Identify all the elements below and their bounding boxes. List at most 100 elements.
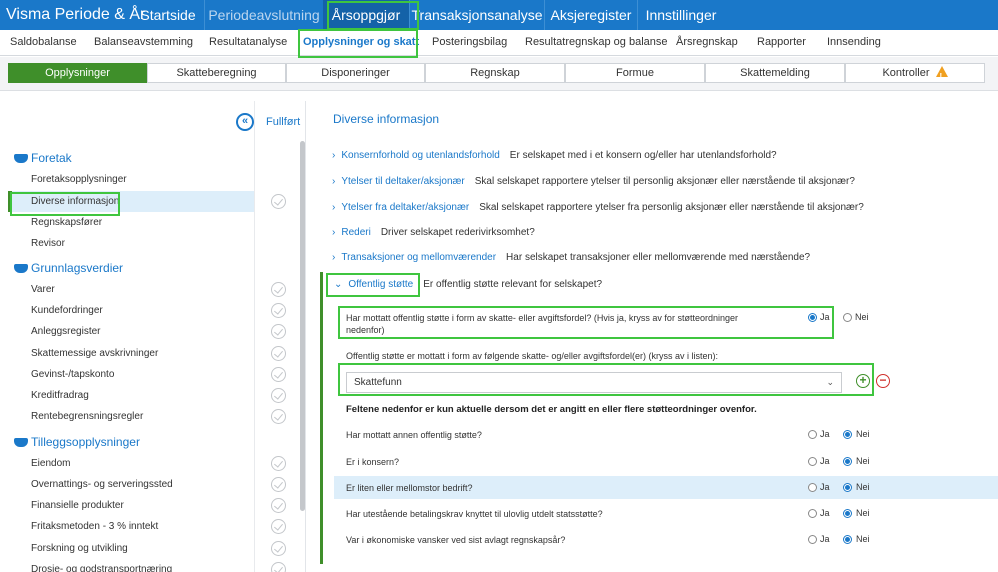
- nav-item-kreditfradrag[interactable]: Kreditfradrag: [8, 385, 254, 406]
- radio-no[interactable]: [843, 483, 852, 492]
- app-title: Visma Periode & År: [6, 6, 146, 23]
- tab-disponeringer[interactable]: Disponeringer: [286, 63, 425, 83]
- radio-no-label: Nei: [856, 508, 870, 518]
- radio-yes[interactable]: [808, 509, 817, 518]
- section-tabs: Opplysninger Skatteberegning Disponering…: [0, 57, 998, 91]
- remove-icon[interactable]: −: [876, 374, 890, 388]
- radio-yes[interactable]: [808, 457, 817, 466]
- nav-item-skattemessige-avskrivninger[interactable]: Skattemessige avskrivninger: [8, 343, 254, 364]
- section-question: Skal selskapet rapportere ytelser fra pe…: [479, 202, 864, 213]
- warning-icon: [935, 66, 948, 86]
- group-label: Foretak: [31, 151, 72, 165]
- check-circle-icon: [271, 498, 286, 513]
- tab-formue[interactable]: Formue: [565, 63, 705, 83]
- check-circle-icon: [271, 367, 286, 382]
- fullfort-column-header: Fullført: [266, 116, 301, 128]
- chevron-right-icon: ›: [332, 150, 336, 161]
- radio-no[interactable]: [843, 313, 852, 322]
- graduation-cap-icon: [14, 438, 28, 447]
- check-circle-icon: [271, 541, 286, 556]
- nav-item-eiendom[interactable]: Eiendom: [8, 453, 254, 474]
- radio-yes-label: Ja: [820, 482, 830, 492]
- tab-skatteberegning[interactable]: Skatteberegning: [147, 63, 286, 83]
- sub-question: Er i konsern?: [346, 457, 400, 467]
- section-link[interactable]: Ytelser til deltaker/aksjonær: [341, 176, 464, 187]
- topnav-transaksjonsanalyse[interactable]: Transaksjonsanalyse: [410, 0, 544, 30]
- section-transaksjoner[interactable]: › Transaksjoner og mellomværender Har sels…: [332, 248, 810, 268]
- group-foretak[interactable]: Foretak: [14, 151, 72, 165]
- section-link[interactable]: Konsernforhold og utenlandsforhold: [341, 150, 499, 161]
- check-circle-icon: [271, 477, 286, 492]
- subnav-saldobalanse[interactable]: Saldobalanse: [10, 30, 77, 56]
- group-tilleggsopplysninger[interactable]: Tilleggsopplysninger: [14, 435, 140, 449]
- radio-no-label: Nei: [856, 456, 870, 466]
- check-circle-icon: [271, 282, 286, 297]
- nav-item-rentebegrensningsregler[interactable]: Rentebegrensningsregler: [8, 406, 254, 427]
- nav-item-foretaksopplysninger[interactable]: Foretaksopplysninger: [8, 169, 254, 190]
- note-text: Feltene nedenfor er kun aktuelle dersom …: [346, 404, 757, 415]
- subnav-rapporter[interactable]: Rapporter: [757, 30, 806, 56]
- group-label: Grunnlagsverdier: [31, 261, 124, 275]
- section-question: Er offentlig støtte relevant for selskap…: [423, 279, 603, 290]
- tab-regnskap[interactable]: Regnskap: [425, 63, 565, 83]
- chevron-right-icon: ›: [332, 176, 336, 187]
- double-chevron-left-icon[interactable]: «: [236, 113, 254, 131]
- graduation-cap-icon: [14, 154, 28, 163]
- nav-item-revisor[interactable]: Revisor: [8, 233, 254, 254]
- scrollbar[interactable]: [300, 141, 305, 511]
- nav-item-forskning-og-utvikling[interactable]: Forskning og utvikling: [8, 538, 254, 559]
- radio-yes[interactable]: [808, 483, 817, 492]
- topnav-innstillinger[interactable]: Innstillinger: [638, 0, 724, 30]
- subnav-innsending[interactable]: Innsending: [827, 30, 881, 56]
- nav-item-kundefordringer[interactable]: Kundefordringer: [8, 300, 254, 321]
- check-circle-icon: [271, 562, 286, 572]
- tab-kontroller-label: Kontroller: [882, 67, 930, 79]
- nav-item-finansielle-produkter[interactable]: Finansielle produkter: [8, 495, 254, 516]
- radio-yes[interactable]: [808, 430, 817, 439]
- subnav-balanseavstemming[interactable]: Balanseavstemming: [94, 30, 193, 56]
- expanded-section-indicator: [320, 272, 323, 564]
- section-link[interactable]: Ytelser fra deltaker/aksjonær: [341, 202, 469, 213]
- radio-yes[interactable]: [808, 535, 817, 544]
- radio-no[interactable]: [843, 509, 852, 518]
- check-circle-icon: [271, 519, 286, 534]
- tab-kontroller[interactable]: Kontroller: [845, 63, 985, 86]
- section-konsernforhold[interactable]: › Konsernforhold og utenlandsforhold Er se…: [332, 146, 777, 166]
- topnav-periodeavslutning[interactable]: Periodeavslutning: [205, 0, 323, 30]
- highlight-box: [338, 363, 874, 396]
- sub-question: Har mottatt annen offentlig støtte?: [346, 430, 482, 440]
- nav-item-varer[interactable]: Varer: [8, 279, 254, 300]
- subnav-arsregnskap[interactable]: Årsregnskap: [676, 30, 738, 56]
- section-ytelser-til[interactable]: › Ytelser til deltaker/aksjonær Skal selsk…: [332, 172, 855, 192]
- radio-yes-label: Ja: [820, 534, 830, 544]
- tab-opplysninger[interactable]: Opplysninger: [8, 63, 147, 83]
- subnav-posteringsbilag[interactable]: Posteringsbilag: [432, 30, 507, 56]
- subnav-resultatregnskap-og-balanse[interactable]: Resultatregnskap og balanse: [525, 30, 667, 56]
- subnav-resultatanalyse[interactable]: Resultatanalyse: [209, 30, 287, 56]
- check-circle-icon: [271, 303, 286, 318]
- radio-no[interactable]: [843, 535, 852, 544]
- section-question: Skal selskapet rapportere ytelser til pe…: [474, 176, 855, 187]
- column-divider: [254, 101, 255, 572]
- tab-skattemelding[interactable]: Skattemelding: [705, 63, 845, 83]
- radio-no-label: Nei: [855, 312, 869, 322]
- topnav-startside[interactable]: Startside: [132, 0, 204, 30]
- radio-no[interactable]: [843, 457, 852, 466]
- check-circle-icon: [271, 324, 286, 339]
- radio-yes-label: Ja: [820, 429, 830, 439]
- topnav-aksjeregister[interactable]: Aksjeregister: [545, 0, 637, 30]
- section-ytelser-fra[interactable]: › Ytelser fra deltaker/aksjonær Skal selsk…: [332, 198, 864, 218]
- section-question: Driver selskapet rederivirksomhet?: [380, 227, 535, 238]
- page-title: Diverse informasjon: [333, 112, 440, 126]
- nav-item-drosje-og-godstransportnaering[interactable]: Drosje- og godstransportnæring: [8, 559, 254, 572]
- sub-question: Har utestående betalingskrav knyttet til…: [346, 509, 603, 519]
- nav-item-anleggsregister[interactable]: Anleggsregister: [8, 321, 254, 342]
- nav-item-overnattings-og-serveringssted[interactable]: Overnattings- og serveringssted: [8, 474, 254, 495]
- nav-item-fritaksmetoden[interactable]: Fritaksmetoden - 3 % inntekt: [8, 516, 254, 537]
- radio-no[interactable]: [843, 430, 852, 439]
- nav-item-gevinst-tapskonto[interactable]: Gevinst-/tapskonto: [8, 364, 254, 385]
- section-link[interactable]: Transaksjoner og mellomværender: [341, 252, 496, 263]
- group-grunnlagsverdier[interactable]: Grunnlagsverdier: [14, 261, 123, 275]
- section-link[interactable]: Rederi: [341, 227, 370, 238]
- section-rederi[interactable]: › Rederi Driver selskapet rederivirksomhet…: [332, 223, 535, 243]
